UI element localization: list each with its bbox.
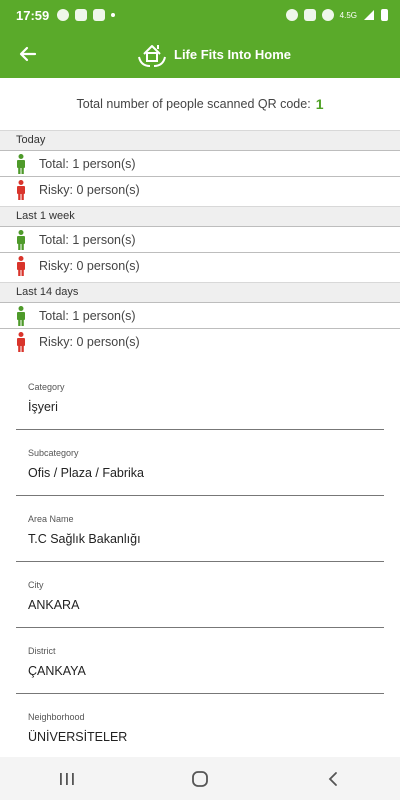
person-green-icon (17, 229, 25, 250)
notification-app-icon (57, 9, 70, 21)
section-header-today: Today (0, 130, 400, 150)
stat-total-text: Total: 1 person(s) (39, 308, 136, 323)
stat-risky-text: Risky: 0 person(s) (39, 334, 140, 349)
recents-button[interactable] (47, 764, 87, 794)
category-field[interactable]: Category İşyeri (16, 370, 384, 430)
district-label: District (28, 646, 56, 656)
home-button[interactable] (180, 764, 220, 794)
app-title: Life Fits Into Home (174, 46, 291, 62)
summary-count: 1 (315, 96, 324, 112)
neighborhood-field[interactable]: Neighborhood ÜNİVERSİTELER (16, 700, 384, 760)
neighborhood-label: Neighborhood (28, 712, 85, 722)
city-field[interactable]: City ANKARA (16, 568, 384, 628)
nav-back-button[interactable] (313, 764, 353, 794)
status-time: 17:59 (16, 7, 50, 23)
stat-risky-text: Risky: 0 person(s) (39, 182, 140, 197)
notification-home-icon (75, 9, 88, 21)
alarm-icon (285, 9, 298, 21)
back-button[interactable] (14, 40, 42, 68)
stat-row-total: Total: 1 person(s) (0, 150, 400, 176)
signal-icon (364, 10, 374, 20)
stat-row-risky: Risky: 0 person(s) (0, 328, 400, 354)
subcategory-label: Subcategory (28, 448, 79, 458)
stat-row-total: Total: 1 person(s) (0, 302, 400, 328)
chevron-left-icon (329, 771, 338, 786)
city-label: City (28, 580, 44, 590)
home-hands-icon (138, 45, 166, 67)
stat-row-risky: Risky: 0 person(s) (0, 176, 400, 202)
app-bar: Life Fits Into Home (0, 30, 400, 78)
person-red-icon (17, 331, 25, 352)
person-red-icon (17, 255, 25, 276)
mute-icon (303, 9, 316, 21)
area-name-label: Area Name (28, 514, 74, 524)
area-name-value: T.C Sağlık Bakanlığı (28, 532, 141, 546)
section-header-last-week: Last 1 week (0, 206, 400, 226)
network-type: 4.5G (339, 10, 357, 20)
app-title-group: Life Fits Into Home (136, 38, 291, 70)
notification-icons (57, 9, 116, 21)
stat-total-text: Total: 1 person(s) (39, 232, 136, 247)
summary-label: Total number of people scanned QR code: (76, 97, 311, 111)
qr-scan-summary: Total number of people scanned QR code: … (0, 78, 400, 130)
person-green-icon (17, 305, 25, 326)
subcategory-value: Ofis / Plaza / Fabrika (28, 466, 145, 480)
recents-icon (59, 772, 74, 785)
stat-total-text: Total: 1 person(s) (39, 156, 136, 171)
more-notifications-dot-icon (111, 13, 116, 17)
stat-row-risky: Risky: 0 person(s) (0, 252, 400, 278)
message-icon (93, 9, 106, 21)
neighborhood-value: ÜNİVERSİTELER (28, 730, 128, 744)
home-circle-icon (192, 770, 208, 787)
status-bar: 17:59 4.5G (0, 0, 400, 30)
district-field[interactable]: District ÇANKAYA (16, 634, 384, 694)
category-value: İşyeri (28, 400, 58, 414)
system-navigation-bar (0, 757, 400, 800)
section-header-last-14-days: Last 14 days (0, 282, 400, 302)
stat-risky-text: Risky: 0 person(s) (39, 258, 140, 273)
district-value: ÇANKAYA (28, 664, 86, 678)
category-label: Category (28, 382, 65, 392)
arrow-left-icon (19, 46, 37, 62)
subcategory-field[interactable]: Subcategory Ofis / Plaza / Fabrika (16, 436, 384, 496)
area-name-field[interactable]: Area Name T.C Sağlık Bakanlığı (16, 502, 384, 562)
person-green-icon (17, 153, 25, 174)
stat-row-total: Total: 1 person(s) (0, 226, 400, 252)
system-icons: 4.5G (285, 9, 388, 21)
location-icon (321, 9, 334, 21)
person-red-icon (17, 179, 25, 200)
battery-icon (381, 9, 388, 21)
city-value: ANKARA (28, 598, 80, 612)
